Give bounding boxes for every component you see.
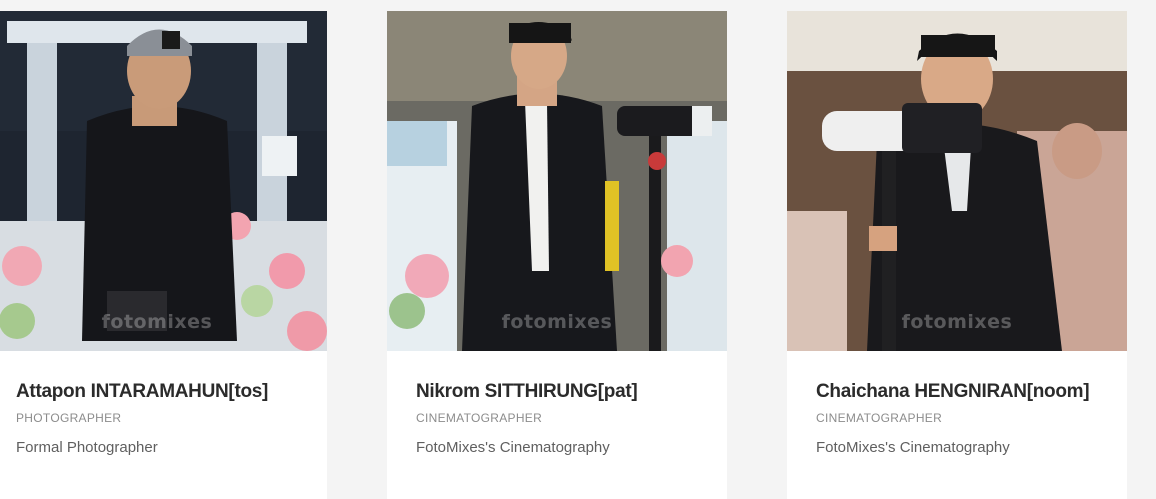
- photo-watermark: fotomixes: [101, 311, 213, 333]
- member-info: Attapon INTARAMAHUN[tos] PHOTOGRAPHER Fo…: [16, 381, 317, 456]
- member-photo: fotomixes: [387, 11, 727, 351]
- member-description: FotoMixes's Cinematography: [816, 439, 1010, 456]
- team-member-card: fotomixes Attapon INTARAMAHUN[tos] PHOTO…: [0, 11, 327, 499]
- member-name: Chaichana HENGNIRAN[noom]: [816, 381, 1090, 402]
- team-member-card: fotomixes Nikrom SITTHIRUNG[pat] CINEMAT…: [387, 11, 727, 499]
- member-photo: fotomixes: [0, 11, 327, 351]
- member-name: Attapon INTARAMAHUN[tos]: [16, 381, 269, 402]
- member-role: PHOTOGRAPHER: [16, 411, 122, 425]
- member-description: Formal Photographer: [16, 439, 158, 456]
- member-role: CINEMATOGRAPHER: [416, 411, 543, 425]
- member-info: Chaichana HENGNIRAN[noom] CINEMATOGRAPHE…: [816, 381, 1117, 456]
- member-photo: fotomixes: [787, 11, 1127, 351]
- member-info: Nikrom SITTHIRUNG[pat] CINEMATOGRAPHER F…: [416, 381, 717, 456]
- member-name: Nikrom SITTHIRUNG[pat]: [416, 381, 638, 402]
- member-role: CINEMATOGRAPHER: [816, 411, 943, 425]
- team-member-card: fotomixes Chaichana HENGNIRAN[noom] CINE…: [787, 11, 1127, 499]
- photo-watermark: fotomixes: [501, 311, 613, 333]
- member-description: FotoMixes's Cinematography: [416, 439, 610, 456]
- photo-watermark: fotomixes: [901, 311, 1013, 333]
